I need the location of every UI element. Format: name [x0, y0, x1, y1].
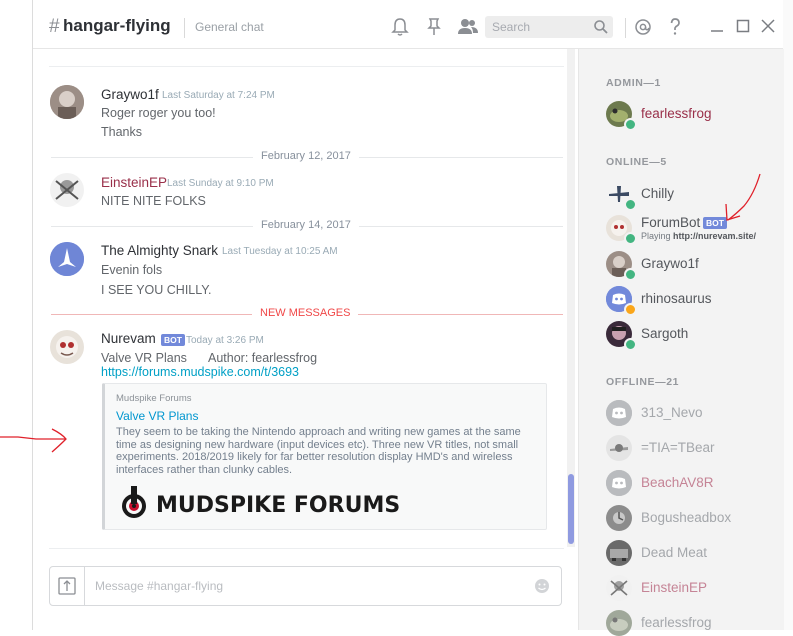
member-avatar[interactable]	[606, 470, 632, 496]
message-text: Author: fearlessfrog	[208, 351, 318, 365]
maximize-icon[interactable]	[735, 18, 751, 34]
upload-icon	[58, 577, 76, 595]
member-avatar[interactable]	[606, 575, 632, 601]
member-list: ADMIN—1 fearlessfrog ONLINE—5 Chilly For…	[578, 49, 784, 636]
desktop-strip-left	[0, 0, 33, 630]
search-input[interactable]: Search	[485, 16, 613, 38]
mention-icon[interactable]	[633, 16, 653, 38]
search-placeholder: Search	[492, 20, 531, 34]
scrollbar-track[interactable]	[567, 49, 575, 547]
member-name[interactable]: Bogusheadbox	[641, 510, 731, 525]
message-timestamp: Last Sunday at 9:10 PM	[167, 178, 274, 189]
member-group-header: ONLINE—5	[606, 156, 667, 168]
logo-text: MUDSPIKE FORUMS	[156, 493, 400, 518]
message-timestamp: Last Tuesday at 10:25 AM	[222, 246, 338, 257]
date-divider-label: February 14, 2017	[253, 219, 359, 231]
members-icon[interactable]	[456, 16, 480, 38]
date-divider-label: February 12, 2017	[253, 150, 359, 162]
member-avatar[interactable]	[606, 540, 632, 566]
member-name[interactable]: Chilly	[641, 186, 674, 201]
status-online-indicator	[624, 232, 637, 245]
chat-top-divider	[49, 66, 564, 67]
annotation-arrow-right	[725, 173, 761, 221]
member-avatar[interactable]	[606, 435, 632, 461]
avatar-graywo1f[interactable]	[50, 85, 84, 119]
desktop-strip-right	[783, 0, 793, 630]
message-timestamp: Last Saturday at 7:24 PM	[162, 90, 275, 101]
chat-bottom-divider	[49, 548, 564, 549]
new-messages-label: NEW MESSAGES	[252, 307, 359, 319]
link-embed: Mudspike Forums Valve VR Plans They seem…	[102, 383, 547, 530]
discord-logo-icon	[606, 470, 632, 496]
message-timestamp: Today at 3:26 PM	[186, 335, 264, 346]
member-name[interactable]: ForumBot	[641, 215, 700, 230]
message-text: I SEE YOU CHILLY.	[101, 283, 212, 297]
scrollbar-thumb[interactable]	[568, 474, 574, 544]
member-name[interactable]: EinsteinEP	[641, 580, 707, 595]
message-author[interactable]: EinsteinEP	[101, 175, 167, 190]
status-idle-indicator	[624, 303, 637, 316]
message-author[interactable]: Nurevam	[101, 331, 156, 346]
message-input[interactable]: Message #hangar-flying	[49, 566, 562, 606]
channel-header: # hangar-flying General chat Search	[33, 8, 783, 49]
member-avatar[interactable]	[606, 505, 632, 531]
member-group-header: ADMIN—1	[606, 77, 661, 89]
avatar-nurevam[interactable]	[50, 330, 84, 364]
member-name[interactable]: fearlessfrog	[641, 615, 712, 630]
member-name[interactable]: Dead Meat	[641, 545, 707, 560]
bell-icon[interactable]	[390, 16, 410, 38]
close-icon[interactable]	[760, 18, 776, 34]
message-author[interactable]: The Almighty Snark	[101, 243, 218, 258]
channel-name: hangar-flying	[63, 16, 171, 35]
member-avatar[interactable]	[606, 610, 632, 636]
status-online-indicator	[624, 118, 637, 131]
message-author[interactable]: Graywo1f	[101, 87, 159, 102]
channel-hash-icon: #	[49, 16, 60, 37]
member-avatar[interactable]	[606, 400, 632, 426]
pin-icon[interactable]	[424, 16, 444, 38]
member-name[interactable]: =TIA=TBear	[641, 440, 715, 455]
help-icon[interactable]	[665, 16, 685, 38]
status-online-indicator	[624, 268, 637, 281]
emoji-picker-icon[interactable]	[533, 577, 551, 595]
bot-tag: BOT	[161, 334, 185, 346]
message-list: Graywo1f Last Saturday at 7:24 PM Roger …	[33, 49, 578, 630]
member-activity: Playing http://nurevam.site/	[641, 231, 757, 241]
embed-description: They seem to be taking the Nintendo appr…	[116, 426, 521, 476]
message-text: Thanks	[101, 125, 142, 139]
message-text: Evenin fols	[101, 263, 163, 277]
member-name[interactable]: Sargoth	[641, 326, 688, 341]
discord-logo-icon	[606, 400, 632, 426]
header-separator	[184, 18, 185, 38]
minimize-icon[interactable]	[709, 18, 725, 34]
upload-button[interactable]	[50, 567, 85, 605]
mudspike-logo-image: MUDSPIKE FORUMS	[122, 486, 400, 518]
member-name[interactable]: Graywo1f	[641, 256, 699, 271]
message-input-placeholder: Message #hangar-flying	[95, 579, 224, 593]
member-name[interactable]: fearlessfrog	[641, 106, 712, 121]
member-name[interactable]: 313_Nevo	[641, 405, 703, 420]
toolbar-separator	[625, 18, 626, 38]
desktop-strip-top	[0, 0, 793, 8]
member-name[interactable]: rhinosaurus	[641, 291, 712, 306]
message-text: Valve VR Plans	[101, 351, 187, 365]
annotation-arrow-left	[0, 428, 67, 453]
message-link[interactable]: https://forums.mudspike.com/t/3693	[101, 365, 299, 379]
avatar-the-almighty-snark[interactable]	[50, 242, 84, 276]
avatar-einsteinep[interactable]	[50, 173, 84, 207]
embed-provider[interactable]: Mudspike Forums	[116, 393, 192, 404]
member-name[interactable]: BeachAV8R	[641, 475, 714, 490]
embed-title[interactable]: Valve VR Plans	[116, 409, 198, 423]
message-text: NITE NITE FOLKS	[101, 194, 206, 208]
channel-topic: General chat	[195, 20, 264, 34]
status-online-indicator	[624, 338, 637, 351]
search-icon	[594, 20, 608, 34]
member-group-header: OFFLINE—21	[606, 376, 680, 388]
message-text: Roger roger you too!	[101, 106, 216, 120]
status-online-indicator	[624, 198, 637, 211]
